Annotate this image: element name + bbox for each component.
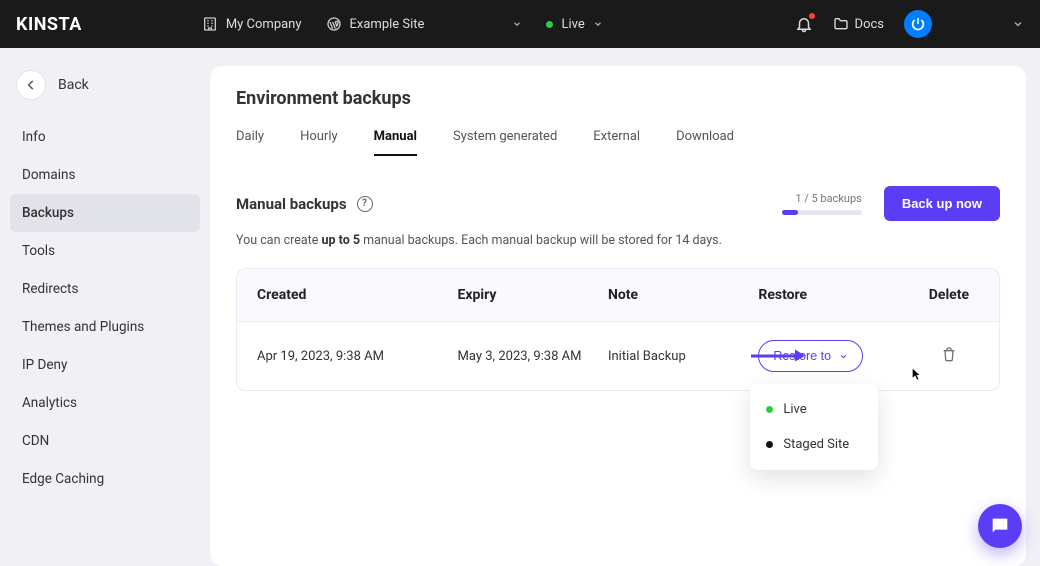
tab-daily[interactable]: Daily — [236, 129, 264, 156]
table-header: Created Expiry Note Restore Delete — [237, 269, 999, 321]
sidebar-item-domains[interactable]: Domains — [10, 156, 200, 194]
delete-button[interactable] — [941, 346, 957, 362]
cell-expiry: May 3, 2023, 9:38 AM — [458, 349, 608, 364]
dropdown-item-live[interactable]: Live — [750, 392, 878, 427]
folder-icon — [833, 16, 849, 32]
chevron-down-icon — [512, 19, 522, 29]
col-note: Note — [608, 287, 758, 303]
company-selector[interactable]: My Company — [202, 16, 302, 32]
main-panel: Environment backups Daily Hourly Manual … — [210, 66, 1026, 566]
tab-manual[interactable]: Manual — [374, 129, 417, 156]
dropdown-item-staged[interactable]: Staged Site — [750, 427, 878, 462]
wordpress-icon — [326, 16, 342, 32]
sidebar-item-themes-plugins[interactable]: Themes and Plugins — [10, 308, 200, 346]
col-expiry: Expiry — [458, 287, 608, 303]
chevron-down-icon — [839, 352, 848, 361]
power-button[interactable] — [904, 10, 932, 38]
sidebar-item-analytics[interactable]: Analytics — [10, 384, 200, 422]
backups-table: Created Expiry Note Restore Delete Apr 1… — [236, 268, 1000, 391]
tab-hourly[interactable]: Hourly — [300, 129, 338, 156]
sidebar-item-info[interactable]: Info — [10, 118, 200, 156]
sidebar-item-tools[interactable]: Tools — [10, 232, 200, 270]
cell-delete — [919, 346, 979, 366]
back-label: Back — [58, 77, 89, 93]
counter-text: 1 / 5 backups — [782, 192, 862, 205]
back-link[interactable]: Back — [10, 64, 200, 118]
building-icon — [202, 16, 218, 32]
sidebar-item-cdn[interactable]: CDN — [10, 422, 200, 460]
tab-external[interactable]: External — [593, 129, 640, 156]
notifications-button[interactable] — [795, 15, 813, 33]
page-title: Environment backups — [236, 88, 1000, 109]
sidebar-item-redirects[interactable]: Redirects — [10, 270, 200, 308]
col-created: Created — [257, 287, 458, 303]
top-header: KINSTA My Company Example Site Live Docs — [0, 0, 1040, 48]
status-dot-icon — [546, 21, 553, 28]
company-name: My Company — [226, 17, 302, 32]
status-dot-black-icon — [766, 441, 773, 448]
cursor-icon — [909, 366, 925, 382]
restore-dropdown: Live Staged Site — [750, 384, 878, 470]
notification-badge-icon — [809, 13, 815, 19]
cell-note: Initial Backup — [608, 349, 758, 364]
site-selector[interactable]: Example Site — [326, 16, 523, 32]
back-arrow-icon — [16, 70, 46, 100]
progress-bar-icon — [782, 210, 862, 215]
backup-now-button[interactable]: Back up now — [884, 186, 1000, 221]
annotation-arrow-icon — [751, 355, 803, 358]
backup-tabs: Daily Hourly Manual System generated Ext… — [236, 129, 1000, 156]
section-description: You can create up to 5 manual backups. E… — [236, 233, 1000, 248]
cell-created: Apr 19, 2023, 9:38 AM — [257, 349, 458, 364]
trash-icon — [941, 346, 957, 362]
section-title: Manual backups ? — [236, 195, 373, 213]
sidebar: Back Info Domains Backups Tools Redirect… — [0, 48, 210, 566]
chat-icon — [989, 515, 1011, 537]
help-icon[interactable]: ? — [357, 196, 373, 212]
docs-link[interactable]: Docs — [833, 16, 884, 32]
chevron-down-icon — [593, 19, 603, 29]
power-icon — [910, 16, 926, 32]
sidebar-item-edge-caching[interactable]: Edge Caching — [10, 460, 200, 498]
cell-restore: Restore to Live — [758, 340, 918, 372]
user-menu-chevron-icon[interactable] — [1012, 18, 1024, 30]
status-dot-green-icon — [766, 406, 773, 413]
col-delete: Delete — [919, 287, 979, 303]
col-restore: Restore — [758, 287, 918, 303]
site-name: Example Site — [350, 17, 425, 32]
backup-counter: 1 / 5 backups — [782, 192, 862, 215]
environment-selector[interactable]: Live — [546, 17, 602, 32]
tab-download[interactable]: Download — [676, 129, 734, 156]
table-row: Apr 19, 2023, 9:38 AM May 3, 2023, 9:38 … — [237, 321, 999, 390]
environment-label: Live — [561, 17, 584, 32]
chat-widget-button[interactable] — [978, 504, 1022, 548]
tab-system-generated[interactable]: System generated — [453, 129, 557, 156]
sidebar-item-backups[interactable]: Backups — [10, 194, 200, 232]
docs-label: Docs — [855, 17, 884, 32]
sidebar-item-ip-deny[interactable]: IP Deny — [10, 346, 200, 384]
logo: KINSTA — [16, 14, 82, 35]
